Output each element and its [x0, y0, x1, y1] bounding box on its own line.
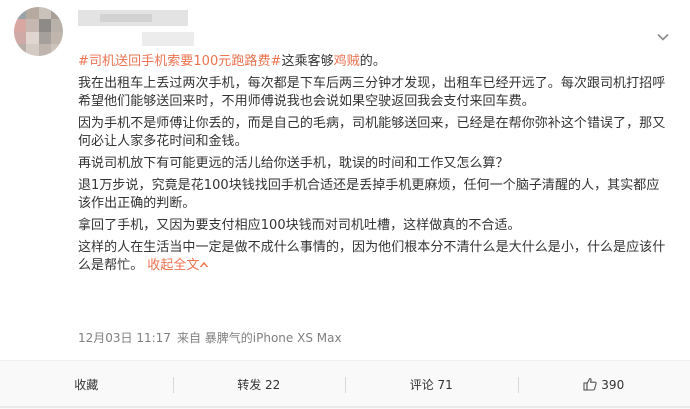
repost-label: 转发 22 — [237, 378, 280, 392]
thumbs-up-icon — [583, 377, 597, 391]
headline-end: 的。 — [360, 54, 386, 69]
collapse-label: 收起全文 — [147, 258, 199, 273]
post-meta: 12月03日 11:17 来自 暴脾气的iPhone XS Max — [78, 329, 348, 346]
paragraph-2: 因为手机不是师傅让你丢的，而是自己的毛病，司机能够送回来，已经是在帮你弥补这个错… — [78, 115, 668, 151]
username-redacted[interactable] — [78, 10, 188, 26]
headline-text: 这乘客够 — [281, 54, 333, 69]
avatar[interactable] — [14, 7, 63, 56]
paragraph-6: 这样的人在生活当中一定是做不成什么事情的，因为他们根本分不清什么是大什么是小，什… — [78, 239, 668, 275]
topic-link[interactable]: #司机送回手机索要100元跑路费# — [78, 54, 281, 69]
paragraph-4: 退1万步说，究竟是花100块钱找回手机合适还是丢掉手机更麻烦，任何一个脑子清醒的… — [78, 177, 668, 213]
repost-button[interactable]: 转发 22 — [173, 375, 346, 395]
comment-button[interactable]: 评论 71 — [345, 375, 518, 395]
paragraph-3: 再说司机放下有可能更远的活儿给你送手机，耽误的时间和工作又怎么算？ — [78, 155, 668, 173]
chevron-down-icon[interactable] — [656, 30, 670, 44]
like-button[interactable]: 390 — [518, 375, 690, 395]
highlight-word: 鸡贼 — [334, 54, 360, 69]
weibo-post-card: #司机送回手机索要100元跑路费#这乘客够鸡贼的。 我在出租车上丢过两次手机，每… — [0, 0, 690, 408]
comment-label: 评论 71 — [410, 378, 453, 392]
post-source[interactable]: 暴脾气的iPhone XS Max — [205, 331, 342, 345]
favorite-button[interactable]: 收藏 — [0, 375, 173, 395]
post-headline: #司机送回手机索要100元跑路费#这乘客够鸡贼的。 — [78, 53, 668, 71]
source-prefix: 来自 — [177, 331, 201, 345]
post-date[interactable]: 12月03日 11:17 — [78, 331, 171, 345]
paragraph-5: 拿回了手机，又因为要支付相应100块钱而对司机吐槽，这样做真的不合适。 — [78, 217, 668, 235]
action-bar: 收藏 转发 22 评论 71 390 — [0, 360, 690, 409]
post-body: #司机送回手机索要100元跑路费#这乘客够鸡贼的。 我在出租车上丢过两次手机，每… — [78, 53, 668, 279]
like-count: 390 — [601, 378, 624, 392]
favorite-label: 收藏 — [74, 378, 98, 392]
collapse-up-icon — [199, 260, 209, 270]
collapse-full-text-link[interactable]: 收起全文 — [147, 258, 209, 273]
paragraph-1: 我在出租车上丢过两次手机，每次都是下车后两三分钟才发现，出租车已经开远了。每次跟… — [78, 75, 668, 111]
post-time-redacted — [142, 32, 194, 46]
